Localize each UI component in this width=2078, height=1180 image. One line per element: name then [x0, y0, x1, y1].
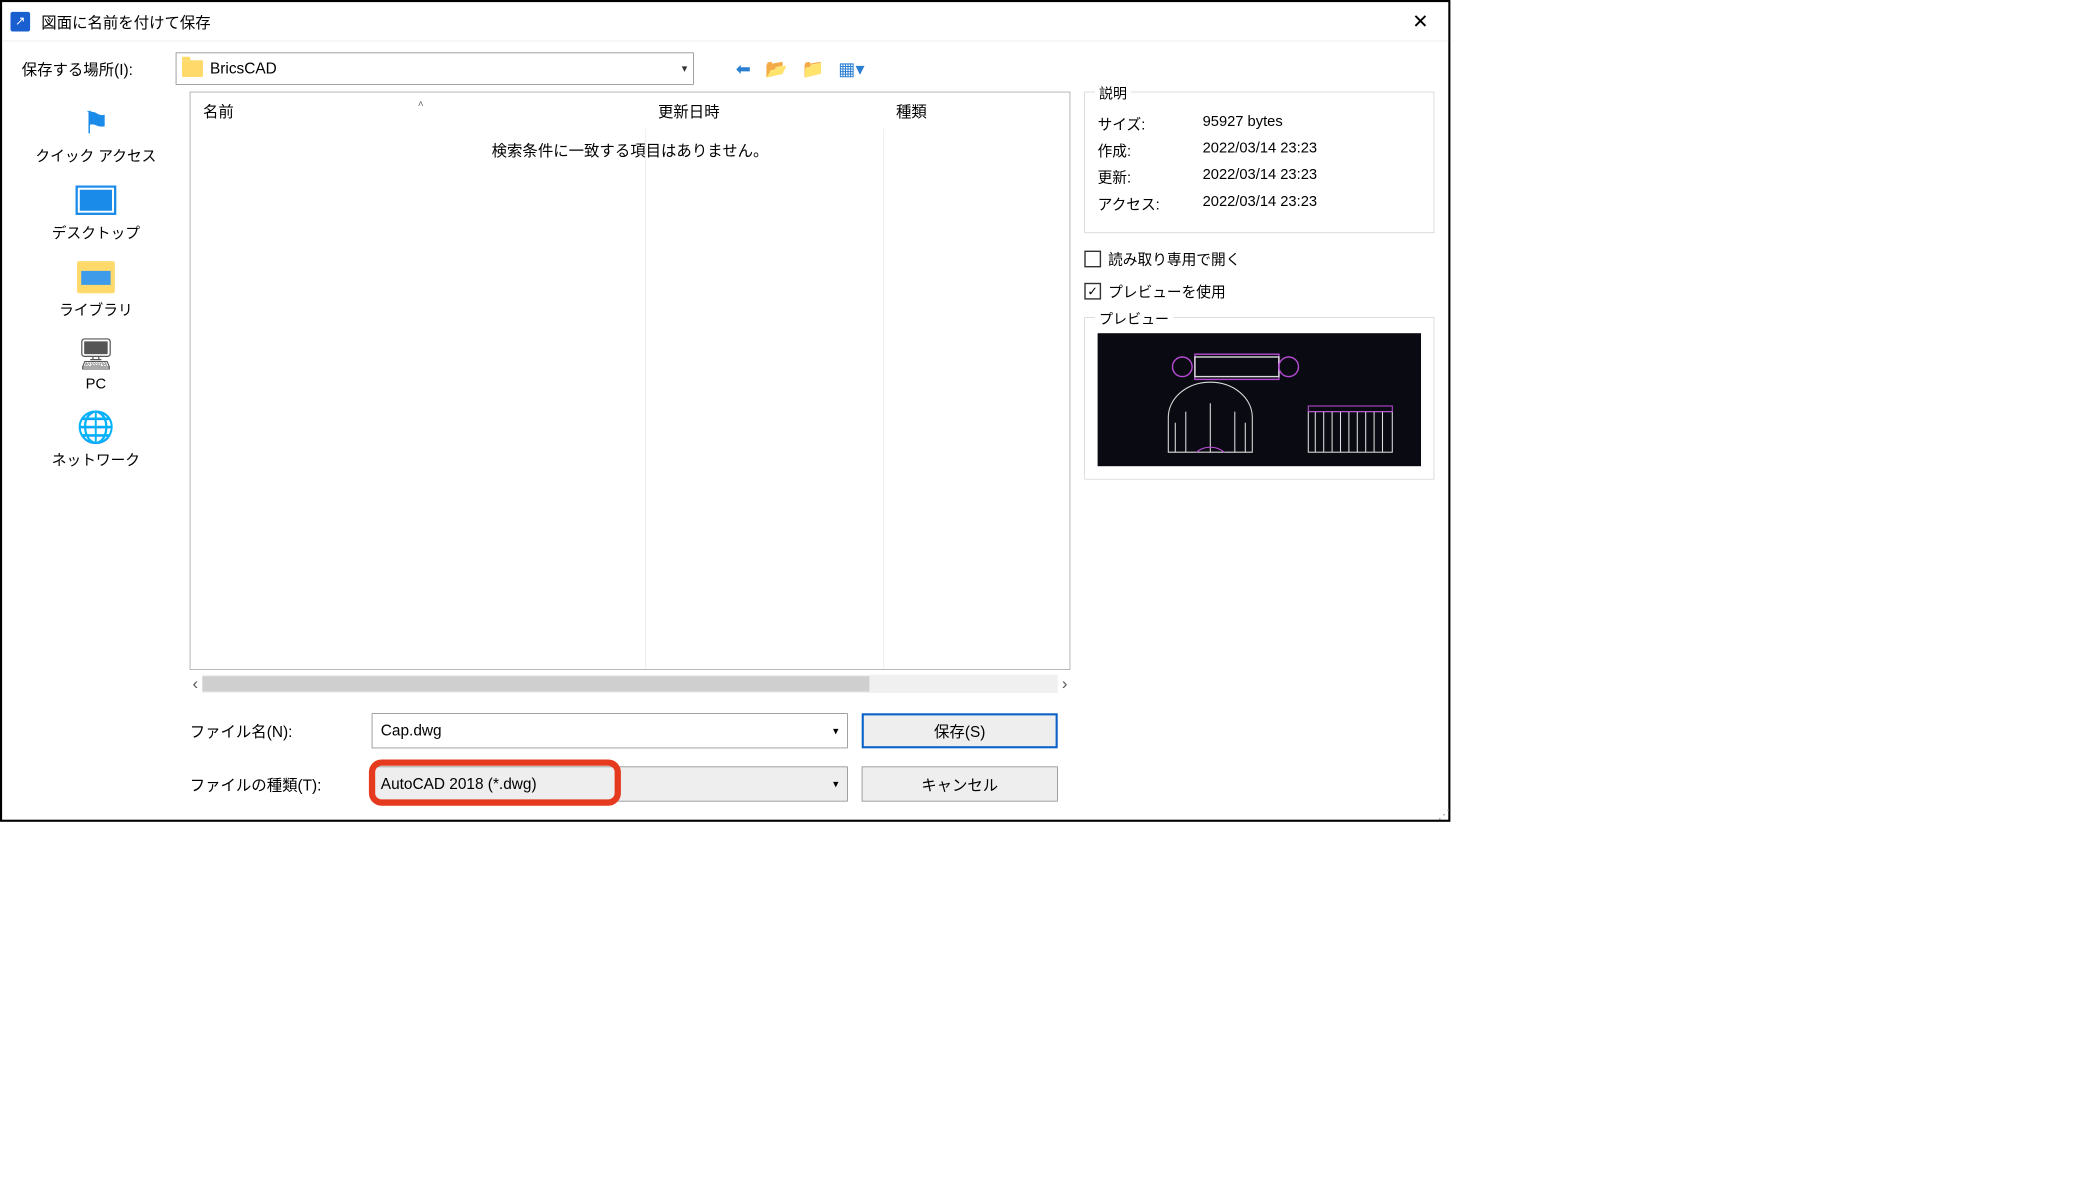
checkbox-icon: ✓	[1084, 283, 1101, 300]
library-icon	[75, 260, 117, 295]
description-group: 説明 サイズ: 95927 bytes 作成: 2022/03/14 23:23…	[1084, 92, 1434, 233]
kv-created: 作成: 2022/03/14 23:23	[1098, 140, 1421, 161]
filename-row: ファイル名(N): Cap.dwg ▾ 保存(S)	[190, 713, 1071, 748]
preview-group: プレビュー	[1084, 317, 1434, 479]
window-title: 図面に名前を付けて保存	[41, 10, 1401, 32]
toolbar: ⬅ 📂 📁 ▦▾	[736, 58, 865, 80]
horizontal-scrollbar[interactable]: ‹ ›	[190, 673, 1071, 695]
filetype-value: AutoCAD 2018 (*.dwg)	[381, 775, 833, 793]
kv-value: 2022/03/14 23:23	[1203, 193, 1317, 214]
place-network[interactable]: 🌐 ネットワーク	[52, 410, 140, 470]
checkbox-label: 読み取り専用で開く	[1108, 249, 1240, 270]
folder-icon	[182, 60, 203, 77]
location-row: 保存する場所(I): BricsCAD ▾ ⬅ 📂 📁 ▦▾	[2, 41, 1448, 91]
place-library[interactable]: ライブラリ	[59, 260, 133, 320]
description-legend: 説明	[1095, 83, 1131, 103]
place-label: クイック アクセス	[35, 145, 156, 166]
place-quick-access[interactable]: ⚑ クイック アクセス	[35, 106, 156, 166]
filetype-row: ファイルの種類(T): AutoCAD 2018 (*.dwg) ▾ キャンセル	[190, 767, 1071, 802]
place-label: ネットワーク	[52, 449, 140, 470]
kv-key: 作成:	[1098, 140, 1203, 161]
use-preview-checkbox[interactable]: ✓ プレビューを使用	[1084, 281, 1434, 302]
scroll-track[interactable]	[202, 675, 1057, 693]
desktop-icon	[75, 183, 117, 218]
filename-input[interactable]: Cap.dwg ▾	[372, 713, 848, 748]
resize-grip-icon[interactable]: ⋰	[1438, 807, 1451, 822]
file-list[interactable]: 名前 ˄ 更新日時 種類 検索条件に一致する項目はありません。	[190, 92, 1071, 670]
place-label: デスクトップ	[52, 222, 140, 243]
side-panel: 説明 サイズ: 95927 bytes 作成: 2022/03/14 23:23…	[1084, 92, 1448, 820]
location-value: BricsCAD	[210, 60, 675, 78]
preview-legend: プレビュー	[1095, 308, 1173, 328]
kv-key: 更新:	[1098, 167, 1203, 188]
empty-message: 検索条件に一致する項目はありません。	[190, 129, 1069, 161]
network-icon: 🌐	[75, 410, 117, 445]
main-area: 名前 ˄ 更新日時 種類 検索条件に一致する項目はありません。 ‹ ›	[190, 92, 1085, 820]
location-combo[interactable]: BricsCAD ▾	[176, 53, 694, 85]
scroll-right-icon[interactable]: ›	[1062, 674, 1068, 694]
column-type[interactable]: 種類	[883, 99, 1069, 121]
chevron-down-icon: ▾	[833, 724, 839, 738]
place-label: PC	[86, 376, 106, 393]
new-folder-icon[interactable]: 📁	[802, 58, 825, 80]
checkbox-group: 読み取り専用で開く ✓ プレビューを使用	[1084, 249, 1434, 302]
place-label: ライブラリ	[59, 299, 133, 320]
pc-icon: 🖥	[75, 337, 117, 372]
kv-value: 2022/03/14 23:23	[1203, 167, 1317, 188]
kv-key: アクセス:	[1098, 193, 1203, 214]
list-header: 名前 ˄ 更新日時 種類	[190, 92, 1069, 128]
location-label: 保存する場所(I):	[22, 57, 162, 79]
kv-access: アクセス: 2022/03/14 23:23	[1098, 193, 1421, 214]
kv-key: サイズ:	[1098, 113, 1203, 134]
place-pc[interactable]: 🖥 PC	[75, 337, 117, 393]
readonly-checkbox[interactable]: 読み取り専用で開く	[1084, 249, 1434, 270]
filename-value: Cap.dwg	[381, 722, 833, 740]
checkbox-label: プレビューを使用	[1108, 281, 1226, 302]
quick-access-icon: ⚑	[75, 106, 117, 141]
kv-size: サイズ: 95927 bytes	[1098, 113, 1421, 134]
filetype-select[interactable]: AutoCAD 2018 (*.dwg) ▾	[372, 767, 848, 802]
sort-caret-icon: ˄	[418, 98, 424, 109]
view-menu-icon[interactable]: ▦▾	[838, 58, 864, 80]
kv-value: 95927 bytes	[1203, 113, 1283, 134]
up-folder-icon[interactable]: 📂	[765, 58, 788, 80]
save-button[interactable]: 保存(S)	[862, 713, 1058, 748]
chevron-down-icon: ▾	[833, 777, 839, 791]
column-name-label: 名前	[203, 103, 234, 121]
preview-thumbnail	[1098, 333, 1421, 466]
cancel-button[interactable]: キャンセル	[862, 767, 1058, 802]
app-icon: ↗	[11, 12, 31, 32]
titlebar: ↗ 図面に名前を付けて保存 ✕	[2, 2, 1448, 41]
back-icon[interactable]: ⬅	[736, 58, 751, 80]
list-body: 検索条件に一致する項目はありません。	[190, 129, 1069, 669]
scroll-thumb[interactable]	[202, 676, 869, 691]
kv-value: 2022/03/14 23:23	[1203, 140, 1317, 161]
column-date[interactable]: 更新日時	[645, 99, 883, 121]
column-divider	[645, 129, 646, 669]
filename-label: ファイル名(N):	[190, 720, 358, 742]
column-name[interactable]: 名前 ˄	[190, 99, 645, 121]
places-bar: ⚑ クイック アクセス デスクトップ ライブラリ 🖥 PC 🌐 ネットワーク	[2, 92, 190, 820]
save-as-dialog: ↗ 図面に名前を付けて保存 ✕ 保存する場所(I): BricsCAD ▾ ⬅ …	[0, 0, 1450, 822]
checkbox-icon	[1084, 251, 1101, 268]
form-rows: ファイル名(N): Cap.dwg ▾ 保存(S) ファイルの種類(T): Au…	[190, 695, 1071, 820]
close-button[interactable]: ✕	[1401, 10, 1440, 33]
scroll-left-icon[interactable]: ‹	[193, 674, 199, 694]
place-desktop[interactable]: デスクトップ	[52, 183, 140, 243]
kv-updated: 更新: 2022/03/14 23:23	[1098, 167, 1421, 188]
chevron-down-icon: ▾	[682, 62, 688, 76]
filetype-label: ファイルの種類(T):	[190, 773, 358, 795]
column-divider	[883, 129, 884, 669]
